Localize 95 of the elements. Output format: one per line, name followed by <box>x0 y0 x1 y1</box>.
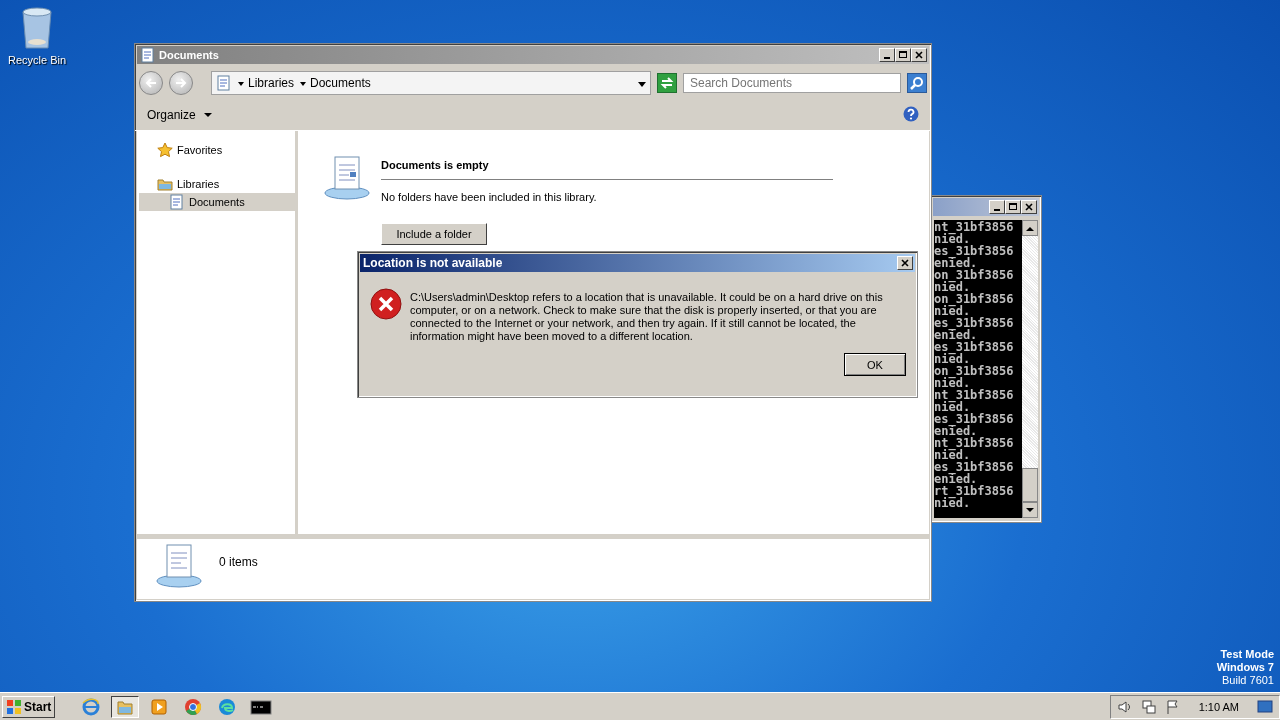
console-line: nied. <box>934 305 971 317</box>
empty-message: No folders have been included in this library. <box>381 190 598 203</box>
ok-button[interactable]: OK <box>844 353 906 376</box>
close-button[interactable] <box>1021 200 1037 214</box>
item-count: 0 items <box>219 554 258 569</box>
close-button[interactable] <box>911 48 927 62</box>
organize-menu[interactable]: Organize <box>147 108 212 122</box>
console-line: nied. <box>934 497 971 509</box>
minimize-icon <box>884 57 890 59</box>
error-message: C:\Users\admin\Desktop refers to a location that is unavailable. It could be on a hard drive on this computer, or on a network. Check to make sure that the disk is properly inserted, or that you are connected to the Internet or your network, and then try again. If it still cannot be located, the information might have been moved to a different location. <box>410 290 884 343</box>
browser-icon <box>82 697 101 716</box>
taskbar-app-button[interactable] <box>111 695 140 718</box>
search-field[interactable]: Search Documents <box>683 73 901 93</box>
nav-item[interactable]: Favorites <box>139 141 295 159</box>
forward-button[interactable] <box>169 71 193 95</box>
refresh-icon[interactable] <box>657 73 677 93</box>
maximize-button[interactable] <box>895 48 911 62</box>
nav-item[interactable]: Documents <box>139 193 295 211</box>
minimize-button[interactable] <box>989 200 1005 214</box>
console-line: nied. <box>934 353 971 365</box>
breadcrumb-link[interactable]: Documents <box>300 76 371 90</box>
close-icon <box>913 49 925 61</box>
scroll-down-button[interactable] <box>1022 502 1038 518</box>
include-folder-button[interactable]: Include a folder <box>381 223 487 245</box>
error-icon <box>370 288 402 320</box>
search-icon <box>910 76 924 90</box>
dialog-title: Location is not available <box>363 256 503 270</box>
console-line: enied. <box>934 257 978 269</box>
console-line: es_31bf3856 <box>934 461 1015 473</box>
close-icon <box>899 257 911 269</box>
console-line: es_31bf3856 <box>934 317 1015 329</box>
down-arrow-icon <box>1026 507 1034 513</box>
empty-heading: Documents is empty <box>381 159 833 180</box>
maximize-icon <box>1007 201 1019 213</box>
minimize-icon <box>994 209 1000 211</box>
search-button[interactable] <box>907 73 927 93</box>
breadcrumb-link[interactable]: Libraries <box>238 76 295 90</box>
console-line: nied. <box>934 449 971 461</box>
console-line: es_31bf3856 <box>934 245 1015 257</box>
clock[interactable]: 1:10 AM <box>1188 700 1249 713</box>
library-document-icon <box>155 543 203 589</box>
maximize-button[interactable] <box>1005 200 1021 214</box>
scroll-thumb[interactable] <box>1022 468 1038 502</box>
console-line: nied. <box>934 281 971 293</box>
edge-icon <box>218 697 237 716</box>
window-title: Documents <box>159 49 219 61</box>
network-icon[interactable] <box>1140 698 1157 715</box>
flag-icon[interactable] <box>1164 698 1181 715</box>
console-line: nt_31bf3856 <box>934 221 1015 233</box>
media-player-icon <box>150 697 169 716</box>
show-desktop-icon[interactable] <box>1257 699 1273 714</box>
scrollbar[interactable] <box>1022 220 1038 518</box>
dropdown-arrow-icon <box>638 82 646 87</box>
chrome-icon <box>184 697 203 716</box>
close-icon <box>1023 201 1035 213</box>
console-line: nied. <box>934 233 971 245</box>
console-icon <box>250 697 273 716</box>
maximize-icon <box>897 49 909 61</box>
console-line: nied. <box>934 377 971 389</box>
document-icon <box>140 47 156 63</box>
console-line: enied. <box>934 473 978 485</box>
left-arrow-icon <box>145 77 157 88</box>
console-line: enied. <box>934 329 978 341</box>
right-arrow-icon <box>175 77 187 88</box>
console-line: on_31bf3856 <box>934 365 1015 377</box>
os-notice-text: Windows 7 <box>1216 661 1274 674</box>
address-bar[interactable]: Libraries Documents <box>211 71 651 95</box>
recycle-bin-icon[interactable] <box>20 6 54 50</box>
os-notice-text: Test Mode <box>1220 648 1274 661</box>
console-line: es_31bf3856 <box>934 341 1015 353</box>
console-line: rt_31bf3856 <box>934 485 1015 497</box>
desktop-icon-label[interactable]: Recycle Bin <box>7 54 67 66</box>
windows-logo-icon <box>6 698 22 715</box>
back-button[interactable] <box>139 71 163 95</box>
close-button[interactable] <box>897 256 913 270</box>
minimize-button[interactable] <box>879 48 895 62</box>
console-line: on_31bf3856 <box>934 269 1015 281</box>
console-line: es_31bf3856 <box>934 413 1015 425</box>
up-arrow-icon <box>1026 225 1034 231</box>
console-line: nt_31bf3856 <box>934 437 1015 449</box>
help-icon[interactable] <box>903 106 919 122</box>
document-icon <box>216 75 232 91</box>
star-icon <box>157 142 173 158</box>
console-line: nied. <box>934 401 971 413</box>
console-line: on_31bf3856 <box>934 293 1015 305</box>
os-notice-text: Build 7601 <box>1222 674 1274 687</box>
console-line: enied. <box>934 425 978 437</box>
document-icon <box>169 194 185 210</box>
console-line: nt_31bf3856 <box>934 389 1015 401</box>
start-button[interactable]: Start <box>2 695 56 718</box>
folder-icon <box>157 176 173 192</box>
nav-item[interactable]: Libraries <box>139 175 295 193</box>
scroll-up-button[interactable] <box>1022 220 1038 236</box>
speaker-icon[interactable] <box>1116 698 1133 715</box>
library-document-icon <box>323 153 371 201</box>
